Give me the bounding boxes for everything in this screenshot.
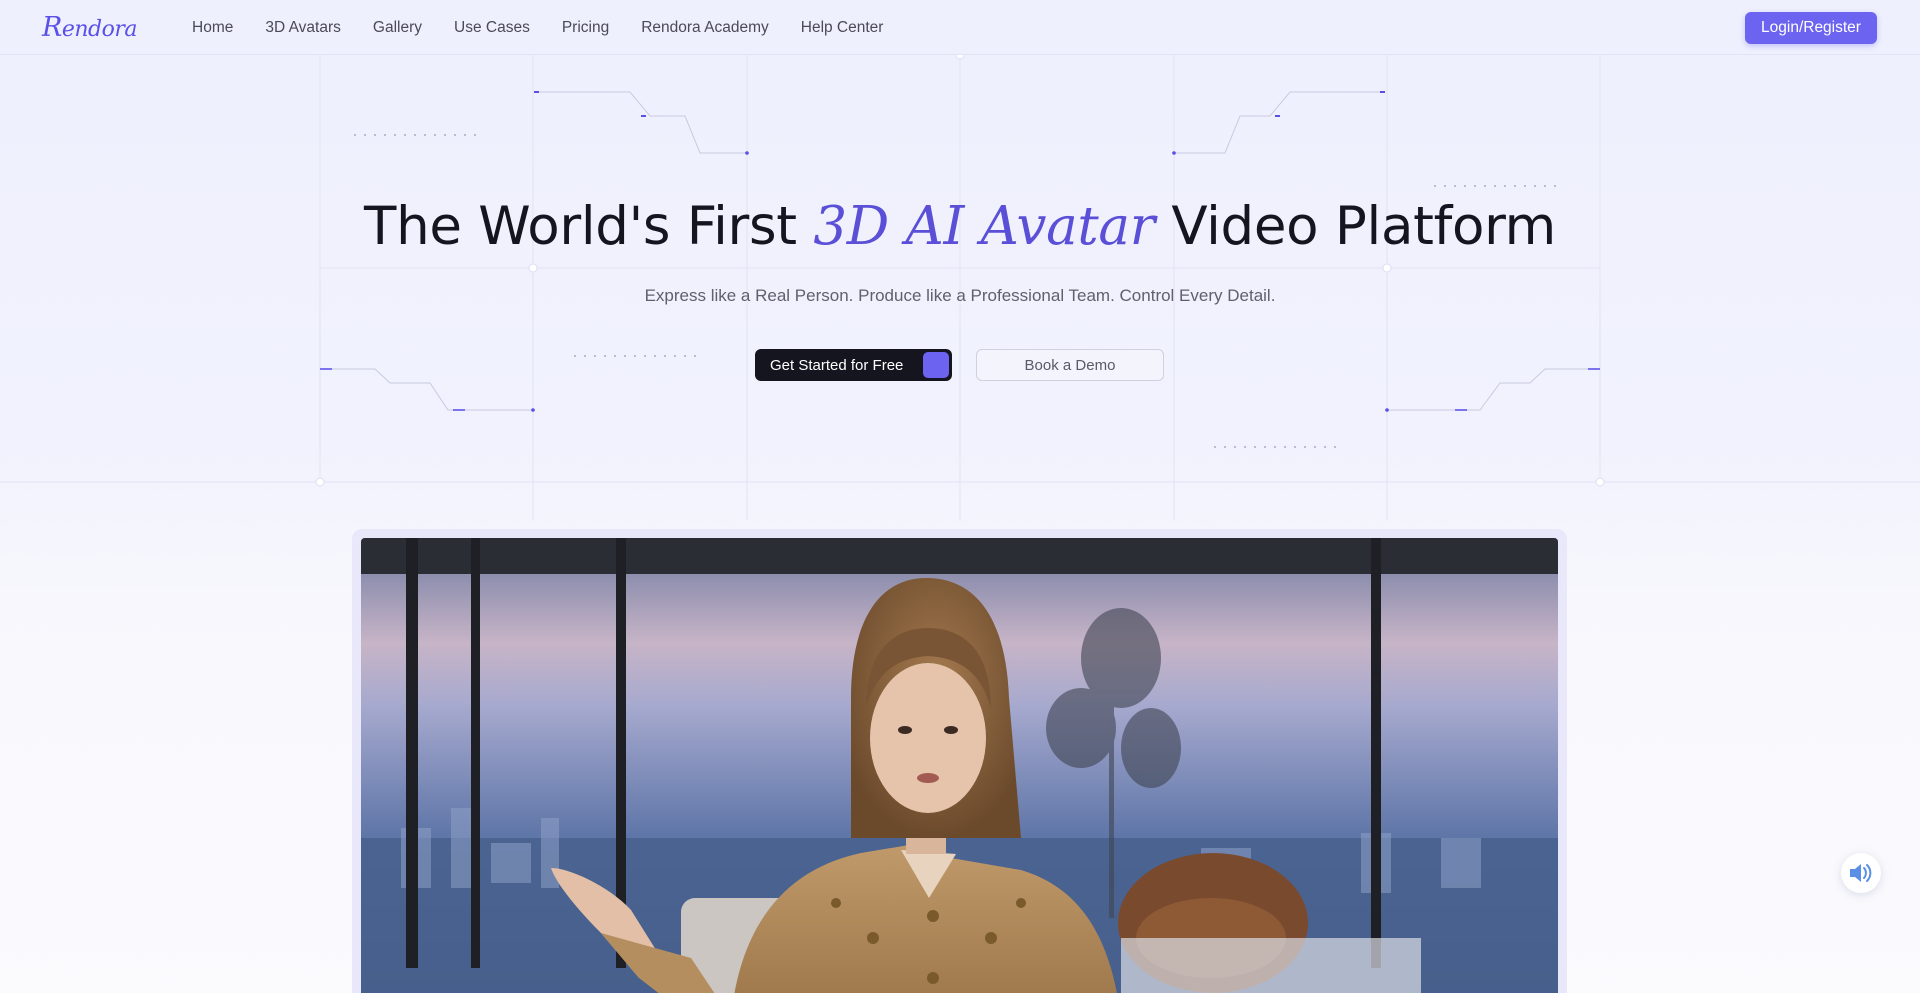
sound-toggle-button[interactable] bbox=[1841, 853, 1881, 893]
login-register-button[interactable]: Login/Register bbox=[1745, 12, 1877, 44]
hero-title-end: Video Platform bbox=[1154, 196, 1556, 257]
hero-title-accent: 3D AI Avatar bbox=[813, 196, 1155, 257]
nav-item-help-center[interactable]: Help Center bbox=[801, 19, 884, 37]
get-started-label: Get Started for Free bbox=[770, 356, 904, 374]
speaker-icon bbox=[1850, 864, 1872, 882]
get-started-button[interactable]: Get Started for Free bbox=[755, 349, 952, 381]
rendora-logo[interactable]: Rendora bbox=[42, 12, 138, 43]
hero-title: The World's First 3D AI Avatar Video Pla… bbox=[0, 196, 1920, 257]
nav-item-gallery[interactable]: Gallery bbox=[373, 19, 422, 37]
nav-item-use-cases[interactable]: Use Cases bbox=[454, 19, 530, 37]
arrow-square-icon bbox=[923, 352, 949, 378]
avatar-video-scene bbox=[361, 538, 1558, 993]
nav-item-rendora-academy[interactable]: Rendora Academy bbox=[641, 19, 769, 37]
book-demo-button[interactable]: Book a Demo bbox=[976, 349, 1164, 381]
main-nav: Home 3D Avatars Gallery Use Cases Pricin… bbox=[192, 0, 915, 55]
hero-title-start: The World's First bbox=[364, 196, 814, 257]
nav-item-3d-avatars[interactable]: 3D Avatars bbox=[265, 19, 341, 37]
hero-subtitle: Express like a Real Person. Produce like… bbox=[644, 286, 1276, 305]
nav-item-home[interactable]: Home bbox=[192, 19, 233, 37]
video-frame bbox=[352, 529, 1567, 993]
avatar-video-player[interactable] bbox=[361, 538, 1558, 993]
nav-item-pricing[interactable]: Pricing bbox=[562, 19, 609, 37]
site-header: Rendora Home 3D Avatars Gallery Use Case… bbox=[0, 0, 1920, 55]
